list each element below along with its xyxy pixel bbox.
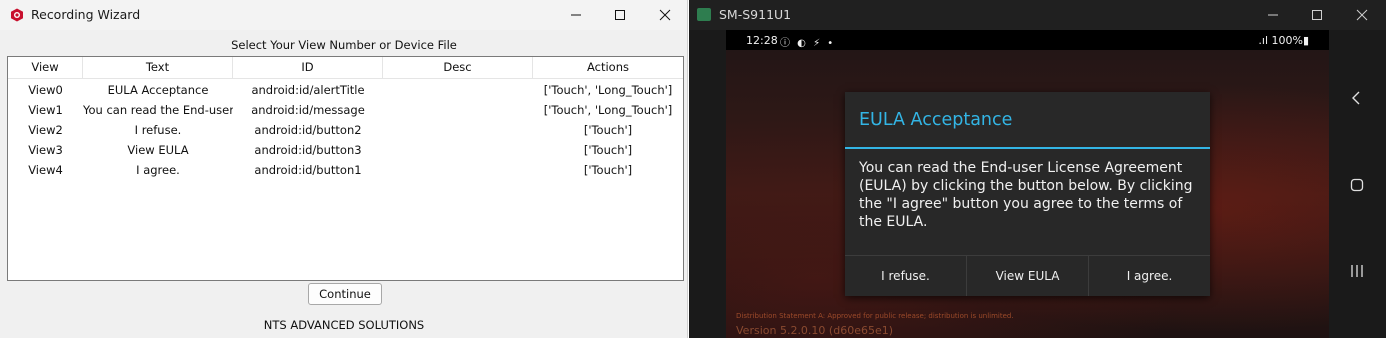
recents-button[interactable] (1345, 259, 1369, 283)
cell-desc (383, 160, 533, 180)
cell-id: android:id/message (251, 103, 365, 117)
nav-bar (1329, 30, 1386, 338)
app-logo-icon (11, 8, 23, 22)
status-bar: 12:28 ⓘ ◐ ⚡ • .ıl 100%▮ (726, 30, 1329, 50)
distribution-statement: Distribution Statement A: Approved for p… (736, 312, 1014, 320)
cell-actions: ['Touch'] (583, 123, 633, 137)
dialog-divider (845, 147, 1210, 149)
refuse-button[interactable]: I refuse. (845, 256, 967, 296)
view-eula-button[interactable]: View EULA (967, 256, 1089, 296)
column-header-text[interactable]: Text (83, 57, 233, 79)
maximize-icon (615, 10, 625, 20)
device-window-title: SM-S911U1 (719, 7, 792, 22)
close-icon (659, 9, 671, 21)
close-button[interactable] (642, 0, 688, 30)
column-header-actions[interactable]: Actions (533, 57, 683, 79)
cell-id: android:id/button3 (254, 143, 362, 157)
cell-desc (383, 140, 533, 160)
maximize-icon (1312, 10, 1322, 20)
device-title-bar: SM-S911U1 (689, 0, 1386, 30)
table-row[interactable]: View2 I refuse. android:id/button2 ['Tou… (8, 120, 683, 140)
continue-button[interactable]: Continue (308, 283, 382, 305)
device-mirror-window: SM-S911U1 12:28 ⓘ ◐ ⚡ • .ıl 100%▮ EULA A… (689, 0, 1386, 338)
back-button[interactable] (1345, 86, 1369, 110)
table-header: View Text ID Desc Actions (8, 57, 683, 79)
close-icon (1356, 9, 1368, 21)
device-maximize-button[interactable] (1294, 0, 1340, 30)
cell-desc (383, 120, 533, 140)
device-minimize-button[interactable] (1250, 0, 1296, 30)
table-body: View0 EULA Acceptance android:id/alertTi… (8, 80, 683, 180)
status-icons: ⓘ ◐ ⚡ • (780, 38, 836, 49)
dialog-message: You can read the End-user License Agreem… (859, 160, 1193, 230)
status-time: 12:28 (746, 34, 778, 47)
cell-id: android:id/button1 (254, 163, 362, 177)
cell-view: View4 (28, 163, 63, 177)
back-icon (1352, 91, 1360, 105)
device-close-button[interactable] (1339, 0, 1385, 30)
table-row[interactable]: View3 View EULA android:id/button3 ['Tou… (8, 140, 683, 160)
device-app-icon (697, 8, 711, 21)
company-name: NTS ADVANCED SOLUTIONS (263, 318, 425, 332)
cell-view: View3 (28, 143, 63, 157)
minimize-button[interactable] (553, 0, 599, 30)
cell-actions: ['Touch'] (583, 143, 633, 157)
table-row[interactable]: View1 You can read the End-user android:… (8, 100, 683, 120)
cell-view: View0 (28, 83, 63, 97)
cell-view: View1 (28, 103, 63, 117)
cell-id: android:id/button2 (254, 123, 362, 137)
home-button[interactable] (1345, 173, 1369, 197)
cell-view: View2 (28, 123, 63, 137)
table-row[interactable]: View4 I agree. android:id/button1 ['Touc… (8, 160, 683, 180)
cell-desc (383, 100, 533, 120)
select-view-prompt: Select Your View Number or Device File (231, 38, 457, 52)
recents-icon (1351, 265, 1363, 277)
cell-actions: ['Touch'] (583, 163, 633, 177)
dialog-button-row: I refuse. View EULA I agree. (845, 255, 1210, 296)
cell-desc (383, 80, 533, 100)
maximize-button[interactable] (597, 0, 643, 30)
phone-screen[interactable]: 12:28 ⓘ ◐ ⚡ • .ıl 100%▮ EULA Acceptance … (726, 30, 1329, 338)
home-icon (1350, 178, 1364, 192)
recording-wizard-window: Recording Wizard Select Your View Number… (0, 0, 688, 338)
cell-actions: ['Touch', 'Long_Touch'] (543, 83, 673, 97)
battery-signal: .ıl 100%▮ (1258, 34, 1309, 47)
dialog-title: EULA Acceptance (859, 110, 1013, 130)
column-header-desc[interactable]: Desc (383, 57, 533, 79)
window-title: Recording Wizard (31, 7, 141, 22)
view-table[interactable]: View Text ID Desc Actions View0 EULA Acc… (7, 56, 684, 281)
cell-text: EULA Acceptance (107, 83, 209, 97)
column-header-view[interactable]: View (8, 57, 83, 79)
table-row[interactable]: View0 EULA Acceptance android:id/alertTi… (8, 80, 683, 100)
column-header-id[interactable]: ID (233, 57, 383, 79)
cell-text: You can read the End-user (83, 103, 233, 117)
agree-button[interactable]: I agree. (1089, 256, 1210, 296)
minimize-icon (571, 14, 581, 16)
cell-text: I agree. (136, 163, 180, 177)
eula-dialog: EULA Acceptance You can read the End-use… (845, 92, 1210, 296)
minimize-icon (1268, 14, 1278, 16)
title-bar: Recording Wizard (0, 0, 687, 30)
version-label: Version 5.2.0.10 (d60e65e1) (736, 324, 894, 337)
cell-text: I refuse. (134, 123, 182, 137)
cell-text: View EULA (127, 143, 189, 157)
cell-actions: ['Touch', 'Long_Touch'] (543, 103, 673, 117)
cell-id: android:id/alertTitle (251, 83, 365, 97)
